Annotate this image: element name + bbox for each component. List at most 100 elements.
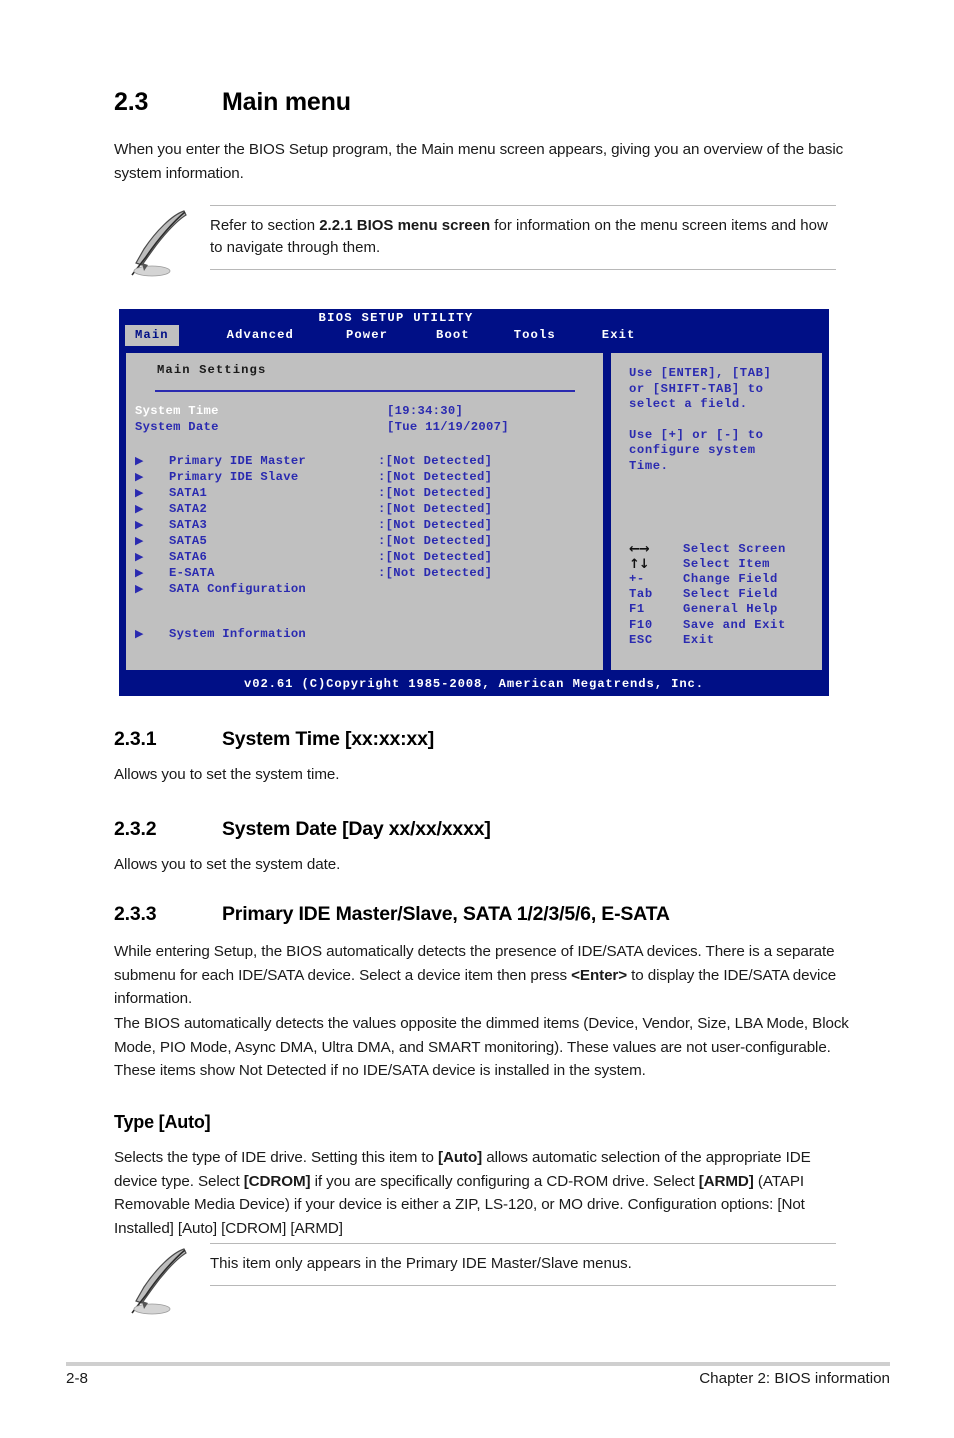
triangle-right-icon: ▶ xyxy=(135,627,144,640)
bios-device-row[interactable]: ▶ System Information xyxy=(126,626,603,642)
quill-note-icon xyxy=(131,210,187,277)
bios-device-row[interactable]: ▶ SATA6 :[Not Detected] xyxy=(126,549,603,565)
help-line-6: Time. xyxy=(629,458,669,473)
bios-setup-screenshot: BIOS SETUP UTILITY Main Advanced Power B… xyxy=(119,309,829,696)
help-line-3: select a field. xyxy=(629,397,748,411)
tab-boot[interactable]: Boot xyxy=(436,325,470,346)
key-legend-row: F1 General Help xyxy=(629,602,786,617)
tab-advanced[interactable]: Advanced xyxy=(227,325,294,346)
paragraph-type-auto: Selects the type of IDE drive. Setting t… xyxy=(114,1146,850,1240)
bios-device-row[interactable]: ▶ SATA3 :[Not Detected] xyxy=(126,517,603,533)
field-label-system-time: System Time xyxy=(135,404,219,418)
key-desc-change-field: Change Field xyxy=(683,571,778,586)
device-status-e-sata: :[Not Detected] xyxy=(378,566,493,580)
subsection-title-2-3-2: System Date [Day xx/xx/xxxx] xyxy=(222,818,491,840)
device-name-sata5: SATA5 xyxy=(169,534,208,548)
paragraph-2-3-3-b: The BIOS automatically detects the value… xyxy=(114,1015,849,1079)
paragraph-2-3-3-enter-bold: <Enter> xyxy=(571,966,628,984)
help-line-4: Use [+] or [-] to xyxy=(629,427,764,442)
triangle-right-icon: ▶ xyxy=(135,550,144,563)
key-desc-select-field: Select Field xyxy=(683,587,778,602)
bios-copyright-footer: v02.61 (C)Copyright 1985-2008, American … xyxy=(119,673,829,696)
type-auto-b1: [Auto] xyxy=(438,1149,483,1166)
triangle-right-icon: ▶ xyxy=(135,566,144,579)
device-name-sata1: SATA1 xyxy=(169,486,208,500)
bios-device-row[interactable]: ▶ SATA5 :[Not Detected] xyxy=(126,533,603,549)
bios-device-row[interactable]: ▶ SATA2 :[Not Detected] xyxy=(126,501,603,517)
bios-help-panel: Use [ENTER], [TAB] or [SHIFT-TAB] to sel… xyxy=(608,350,825,673)
bios-field-system-time[interactable]: System Time [19:34:30] xyxy=(126,404,603,420)
bios-titlebar: BIOS SETUP UTILITY Main Advanced Power B… xyxy=(119,309,829,350)
bios-menu-tabs: Main Advanced Power Boot Tools Exit xyxy=(125,325,636,346)
tab-exit[interactable]: Exit xyxy=(602,325,636,346)
help-spacer xyxy=(629,413,822,428)
bios-device-row[interactable]: ▶ Primary IDE Slave :[Not Detected] xyxy=(126,469,603,485)
footer-page-number: 2-8 xyxy=(66,1370,88,1387)
bios-panel-header: Main Settings xyxy=(157,363,267,377)
device-name-e-sata: E-SATA xyxy=(169,566,215,580)
bios-device-row[interactable]: ▶ E-SATA :[Not Detected] xyxy=(126,565,603,581)
key-legend-row: F10 Save and Exit xyxy=(629,618,786,633)
arrow-up-down-icon: ↑↓ xyxy=(629,556,650,572)
triangle-right-icon: ▶ xyxy=(135,454,144,467)
subsection-2-3-3: 2.3.3 Primary IDE Master/Slave, SATA 1/2/… xyxy=(114,903,850,926)
subsection-heading-2-3-2: 2.3.2 System Date [Day xx/xx/xxxx] xyxy=(114,818,850,841)
subsection-number-2-3-3: 2.3.3 xyxy=(114,903,157,925)
key-legend-row: ↑↓ Select Item xyxy=(629,557,786,572)
device-status-primary-ide-slave: :[Not Detected] xyxy=(378,470,493,484)
section-number: 2.3 xyxy=(114,88,149,116)
bios-device-row[interactable]: ▶ Primary IDE Master :[Not Detected] xyxy=(126,453,603,469)
key-plus-minus: +- xyxy=(629,571,645,586)
subsection-2-3-1: 2.3.1 System Time [xx:xx:xx] xyxy=(114,728,850,751)
bios-body: Main Settings System Time [19:34:30] Sys… xyxy=(123,350,825,673)
type-auto-body: Selects the type of IDE drive. Setting t… xyxy=(114,1146,850,1240)
triangle-right-icon: ▶ xyxy=(135,486,144,499)
subsection-title-2-3-3: Primary IDE Master/Slave, SATA 1/2/3/5/6… xyxy=(222,903,670,925)
key-legend-row: Tab Select Field xyxy=(629,587,786,602)
key-tab: Tab xyxy=(629,587,653,602)
key-legend-row: +- Change Field xyxy=(629,572,786,587)
bios-utility-title: BIOS SETUP UTILITY xyxy=(318,311,474,325)
field-value-system-time[interactable]: [19:34:30] xyxy=(387,404,463,420)
subsection-number-2-3-2: 2.3.2 xyxy=(114,818,157,840)
type-auto-heading-block: Type [Auto] xyxy=(114,1112,850,1133)
triangle-right-icon: ▶ xyxy=(135,502,144,515)
subsection-body-2-3-3-p1: While entering Setup, the BIOS automatic… xyxy=(114,940,850,1011)
paragraph-2-3-3-a: While entering Setup, the BIOS automatic… xyxy=(114,940,850,1011)
subsection-body-2-3-3-p2: The BIOS automatically detects the value… xyxy=(114,1012,850,1083)
field-value-system-date[interactable]: [Tue 11/19/2007] xyxy=(387,420,509,436)
section-intro: When you enter the BIOS Setup program, t… xyxy=(114,138,850,185)
tab-power[interactable]: Power xyxy=(346,325,388,346)
tab-main[interactable]: Main xyxy=(125,325,179,346)
note-box-bottom: This item only appears in the Primary ID… xyxy=(114,1243,836,1315)
triangle-right-icon: ▶ xyxy=(135,534,144,547)
bios-field-system-date[interactable]: System Date [Tue 11/19/2007] xyxy=(126,420,603,436)
subsection-heading-2-3-1: 2.3.1 System Time [xx:xx:xx] xyxy=(114,728,850,751)
type-auto-heading: Type [Auto] xyxy=(114,1112,211,1132)
key-legend-row: ←→ Select Screen xyxy=(629,542,786,557)
triangle-right-icon: ▶ xyxy=(135,470,144,483)
arrow-left-right-icon: ←→ xyxy=(629,541,650,557)
subsection-heading-2-3-3: 2.3.3 Primary IDE Master/Slave, SATA 1/2/… xyxy=(114,903,850,926)
subsection-body-2-3-1: Allows you to set the system time. xyxy=(114,763,850,787)
note-text-bold: 2.2.1 BIOS menu screen xyxy=(319,217,491,234)
help-line-5: configure system xyxy=(629,443,756,457)
subsection-2-3-2: 2.3.2 System Date [Day xx/xx/xxxx] xyxy=(114,818,850,841)
type-auto-b3: [ARMD] xyxy=(698,1172,754,1190)
bios-device-row[interactable]: ▶ SATA1 :[Not Detected] xyxy=(126,485,603,501)
triangle-right-icon: ▶ xyxy=(135,582,144,595)
help-line-1: Use [ENTER], [TAB] xyxy=(629,366,772,380)
tab-tools[interactable]: Tools xyxy=(514,325,556,346)
key-desc-select-screen: Select Screen xyxy=(683,541,786,556)
footer-divider xyxy=(66,1362,890,1366)
key-desc-save-and-exit: Save and Exit xyxy=(683,617,786,632)
note-rule-bottom xyxy=(210,1285,836,1286)
type-auto-b2: [CDROM] xyxy=(243,1172,311,1190)
subsection-number-2-3-1: 2.3.1 xyxy=(114,728,157,750)
type-auto-t3: if you are specifically configuring a CD… xyxy=(310,1172,699,1190)
device-status-primary-ide-master: :[Not Detected] xyxy=(378,454,493,468)
bios-device-row[interactable]: ▶ SATA Configuration xyxy=(126,581,603,597)
paragraph-2-3-1: Allows you to set the system time. xyxy=(114,766,340,783)
subsection-title-2-3-1: System Time [xx:xx:xx] xyxy=(222,728,435,750)
bios-settings-panel: Main Settings System Time [19:34:30] Sys… xyxy=(123,350,606,673)
